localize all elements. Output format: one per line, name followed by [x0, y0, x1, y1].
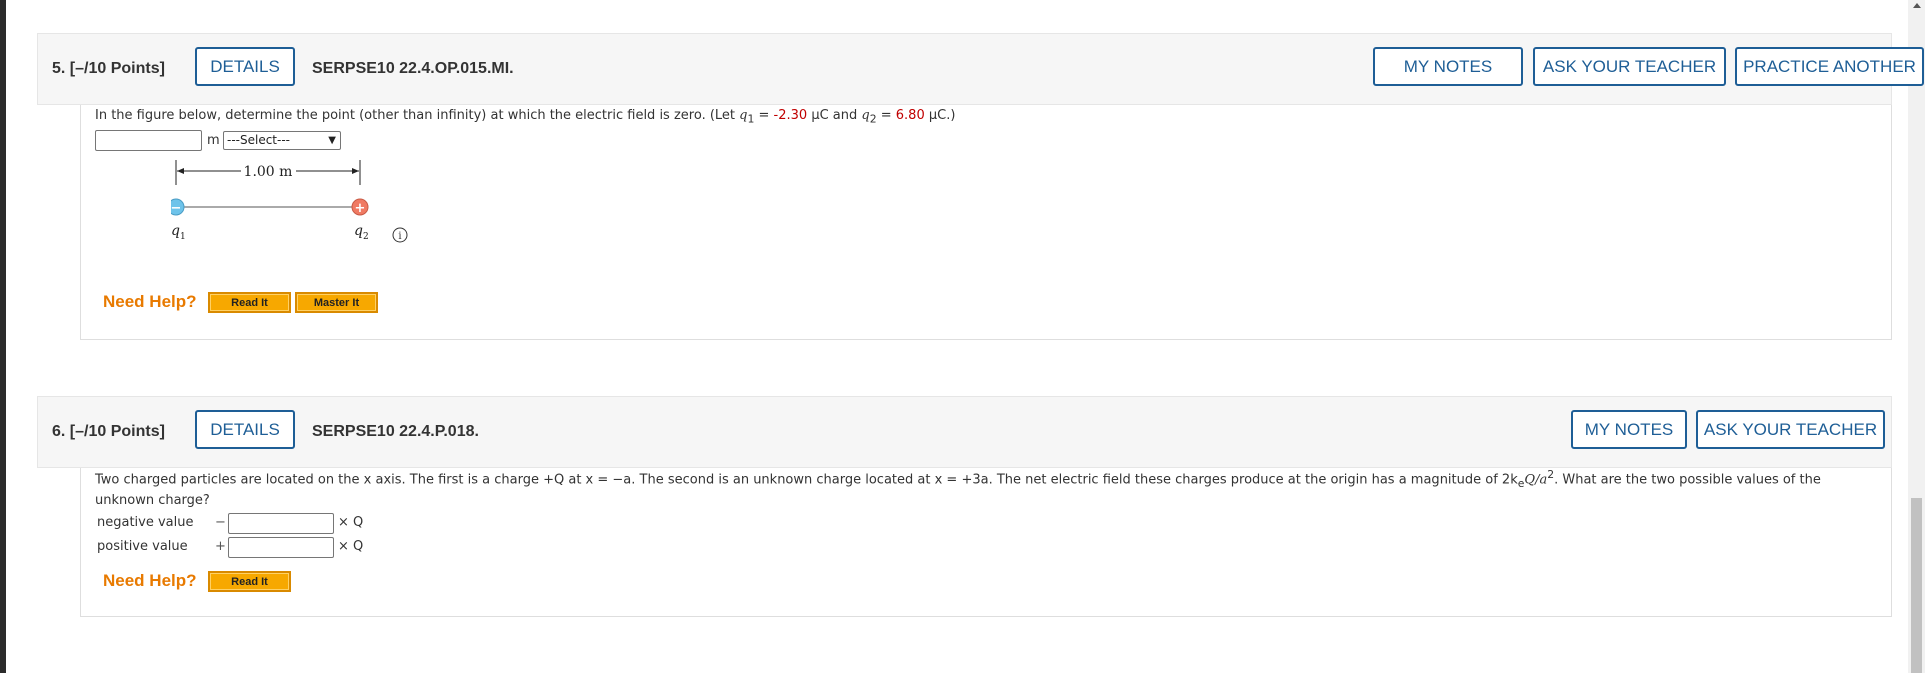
prompt-end: . What are the two possible values of th… — [1554, 472, 1821, 488]
master-it-button[interactable]: Master It — [295, 292, 378, 313]
answer-distance-input[interactable] — [95, 130, 202, 151]
need-help-label: Need Help? — [103, 292, 197, 311]
question-5-body: In the figure below, determine the point… — [80, 105, 1892, 340]
question-6-prompt-line2: unknown charge? — [95, 493, 210, 508]
positive-value-input[interactable] — [228, 537, 334, 558]
prompt-end: μC.) — [924, 108, 956, 123]
direction-select[interactable]: ---Select--- ▼ — [223, 131, 341, 150]
negative-sign: − — [215, 515, 226, 530]
charges-figure: 1.00 m − + q 1 q 2 — [171, 160, 369, 242]
prompt-text: In the figure below, determine the point… — [95, 108, 740, 123]
question-6-header: 6. [–/10 Points] DETAILS SERPSE10 22.4.P… — [37, 396, 1892, 468]
unit-text: μC and — [807, 108, 862, 123]
info-glyph: i — [398, 231, 401, 242]
scrollbar-thumb[interactable] — [1911, 498, 1922, 673]
read-it-button[interactable]: Read It — [208, 571, 291, 592]
q2-sign: + — [355, 201, 366, 216]
question-code: SERPSE10 22.4.OP.015.MI. — [312, 60, 514, 77]
q2-subscript: 2 — [869, 112, 877, 126]
positive-value-label: positive value — [97, 539, 188, 554]
answer-unit: m — [207, 133, 220, 148]
q2-label-sub: 2 — [363, 232, 369, 242]
q1-label-sub: 1 — [180, 232, 186, 242]
negative-value-input[interactable] — [228, 513, 334, 534]
window-left-edge — [0, 0, 6, 673]
positive-sign: + — [215, 539, 226, 554]
question-number: 5. — [52, 60, 66, 77]
q1-sign: − — [171, 201, 181, 216]
details-button[interactable]: DETAILS — [195, 47, 295, 86]
read-it-button[interactable]: Read It — [208, 292, 291, 313]
question-5-number: 5. [–/10 Points] — [52, 60, 165, 78]
question-6-body: Two charged particles are located on the… — [80, 468, 1892, 617]
equals: = — [754, 108, 774, 123]
question-6-prompt-line1: Two charged particles are located on the… — [95, 468, 1821, 490]
question-code: SERPSE10 22.4.P.018. — [312, 423, 479, 440]
my-notes-button[interactable]: MY NOTES — [1571, 410, 1687, 449]
chevron-down-icon: ▼ — [328, 135, 336, 146]
question-number: 6. — [52, 423, 66, 440]
vertical-scrollbar[interactable] — [1908, 0, 1925, 673]
q2-label: q — [354, 223, 363, 239]
practice-another-button[interactable]: PRACTICE ANOTHER — [1735, 47, 1924, 86]
info-icon[interactable]: i — [391, 226, 409, 244]
need-help-label: Need Help? — [103, 571, 197, 590]
my-notes-button[interactable]: MY NOTES — [1373, 47, 1523, 86]
q2-value: 6.80 — [895, 108, 925, 123]
q1-value: -2.30 — [773, 108, 808, 123]
ask-your-teacher-button[interactable]: ASK YOUR TEACHER — [1533, 47, 1726, 86]
question-5-header: 5. [–/10 Points] DETAILS SERPSE10 22.4.O… — [37, 33, 1924, 105]
question-6-number: 6. [–/10 Points] — [52, 423, 165, 441]
question-points: [–/10 Points] — [69, 423, 165, 440]
arrow-right-icon — [352, 168, 359, 174]
question-points: [–/10 Points] — [69, 60, 165, 77]
prompt-fraction: Q/a — [1524, 472, 1548, 488]
distance-label: 1.00 m — [244, 164, 293, 180]
scroll-up-arrow-icon[interactable] — [1913, 3, 1921, 8]
prompt-text: Two charged particles are located on the… — [95, 472, 1518, 488]
q2-symbol: q — [861, 108, 870, 123]
arrow-left-icon — [177, 168, 184, 174]
q1-label: q — [171, 223, 180, 239]
details-button[interactable]: DETAILS — [195, 410, 295, 449]
positive-value-suffix: × Q — [338, 539, 364, 554]
equals: = — [876, 108, 896, 123]
question-5-prompt: In the figure below, determine the point… — [95, 108, 955, 126]
negative-value-label: negative value — [97, 515, 194, 530]
select-value: ---Select--- — [227, 133, 290, 147]
negative-value-suffix: × Q — [338, 515, 364, 530]
ask-your-teacher-button[interactable]: ASK YOUR TEACHER — [1696, 410, 1885, 449]
